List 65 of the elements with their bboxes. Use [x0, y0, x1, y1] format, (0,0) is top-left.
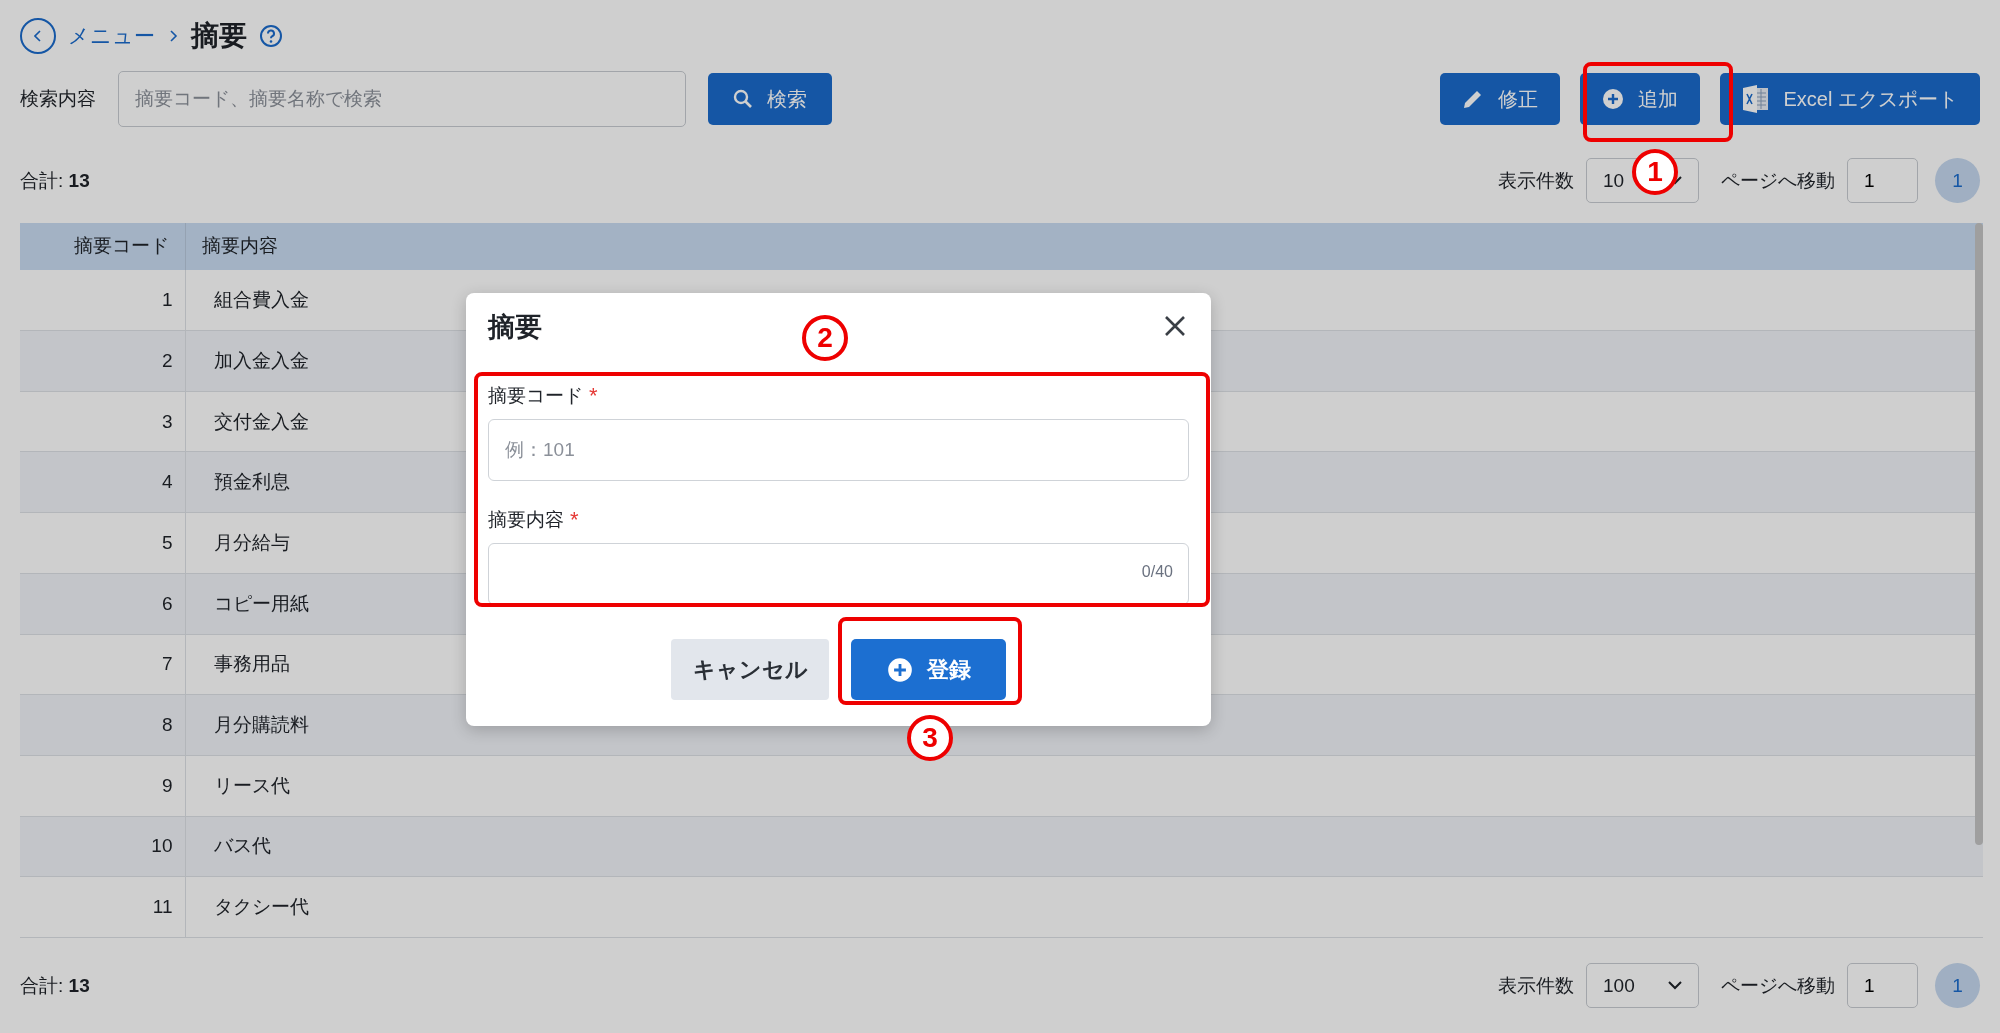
chevron-left-icon — [34, 29, 42, 42]
goto-page-field[interactable]: 1 — [1847, 963, 1918, 1009]
required-mark: * — [570, 507, 579, 533]
field-label: 摘要内容 — [488, 508, 564, 532]
close-icon — [1163, 313, 1187, 338]
goto-page-label: ページへ移動 — [1721, 168, 1835, 193]
table-cell: 8 — [161, 714, 173, 736]
table-cell: 9 — [161, 774, 173, 796]
goto-page-label: ページへ移動 — [1721, 973, 1835, 998]
add-button[interactable]: 追加 — [1579, 73, 1700, 126]
plus-circle-icon — [1601, 88, 1624, 111]
table-cell: 預金利息 — [213, 471, 290, 493]
chevron-right-icon — [167, 28, 179, 43]
field-label: 摘要コード — [488, 384, 583, 408]
table-cell: 3 — [161, 410, 173, 432]
table-cell: リース代 — [213, 774, 290, 796]
search-label: 検索内容 — [20, 87, 96, 112]
table-cell: 交付金入金 — [213, 410, 309, 432]
table-cell: 1 — [161, 289, 173, 310]
table-cell: 事務用品 — [213, 653, 290, 675]
goto-page-field[interactable]: 1 — [1847, 158, 1918, 204]
character-counter: 0/40 — [1141, 563, 1173, 581]
table-cell: 組合費入金 — [213, 289, 309, 310]
column-header: 摘要コード — [20, 222, 185, 270]
table-cell: バス代 — [213, 835, 271, 857]
table-cell: 月分購読料 — [213, 714, 309, 736]
breadcrumb-link[interactable]: メニュー — [68, 21, 155, 50]
table-cell: 11 — [152, 896, 173, 918]
edit-button[interactable]: 修正 — [1439, 73, 1560, 126]
table-cell: 2 — [161, 349, 173, 371]
table-cell: 月分給与 — [213, 532, 290, 553]
page-button[interactable]: 1 — [1935, 963, 1980, 1009]
total-count: 合計: 13 — [20, 973, 90, 998]
help-icon[interactable] — [259, 23, 283, 48]
register-button[interactable]: 登録 — [851, 639, 1006, 700]
spreadsheet-icon — [1741, 84, 1770, 115]
input-field[interactable]: 例：101 — [488, 419, 1189, 481]
search-field[interactable]: 摘要コード、摘要名称で検索 — [118, 71, 686, 128]
table-cell: 5 — [161, 532, 173, 553]
scrollbar[interactable] — [1975, 222, 1983, 845]
search-button[interactable]: 検索 — [708, 73, 832, 126]
page-button[interactable]: 1 — [1935, 158, 1980, 204]
table-cell: コピー用紙 — [213, 592, 309, 614]
table-cell: 7 — [161, 653, 173, 675]
table-cell: タクシー代 — [213, 896, 309, 918]
plus-circle-icon — [886, 656, 913, 683]
excel-button[interactable]: Excel エクスポート — [1719, 73, 1980, 126]
page-title: 摘要 — [191, 18, 247, 53]
chevron-down-icon — [1668, 981, 1682, 991]
page-size-label: 表示件数 — [1498, 168, 1574, 193]
table-cell: 加入金入金 — [213, 349, 309, 371]
table-cell: 10 — [151, 835, 173, 857]
table-cell: 6 — [161, 592, 173, 614]
cancel-button[interactable]: キャンセル — [671, 639, 829, 700]
total-count: 合計: 13 — [20, 168, 90, 193]
required-mark: * — [589, 383, 598, 409]
table-cell: 4 — [161, 471, 173, 493]
page-size-select[interactable]: 100 — [1586, 963, 1699, 1009]
dialog-title: 摘要 — [488, 311, 542, 344]
page-size-label: 表示件数 — [1498, 973, 1574, 998]
search-icon — [733, 89, 753, 110]
step-number: 1 — [1632, 149, 1678, 195]
pencil-icon — [1461, 88, 1484, 111]
back-button[interactable] — [20, 17, 56, 54]
column-header: 摘要内容 — [185, 222, 1983, 270]
